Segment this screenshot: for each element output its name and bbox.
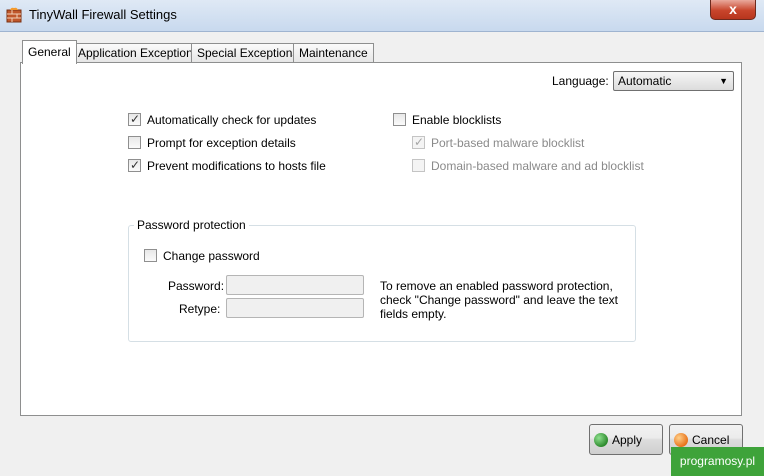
change-password-checkbox[interactable] <box>144 249 157 262</box>
prompt-exception-label: Prompt for exception details <box>147 136 296 150</box>
title-bar[interactable]: TinyWall Firewall Settings x <box>0 0 764 32</box>
cancel-icon <box>674 433 688 447</box>
apply-icon <box>594 433 608 447</box>
cancel-label: Cancel <box>692 433 730 447</box>
auto-update-checkbox[interactable]: ✓ <box>128 112 141 126</box>
firewall-app-icon <box>6 7 22 23</box>
tab-application-exceptions[interactable]: Application Exceptions <box>72 43 205 62</box>
apply-label: Apply <box>612 433 643 447</box>
hosts-protection-label: Prevent modifications to hosts file <box>147 159 326 173</box>
settings-window: TinyWall Firewall Settings x General App… <box>0 0 764 476</box>
checkmark-icon: ✓ <box>414 135 425 149</box>
dropdown-arrow-icon: ▼ <box>719 76 728 86</box>
watermark: programosy.pl <box>671 447 764 476</box>
tab-label: General <box>28 45 71 59</box>
tab-label: Maintenance <box>299 46 368 60</box>
prompt-exception-checkbox[interactable] <box>128 136 141 149</box>
change-password-label: Change password <box>163 249 260 263</box>
checkmark-icon: ✓ <box>130 112 141 126</box>
checkmark-icon: ✓ <box>130 158 141 172</box>
hosts-protection-checkbox[interactable]: ✓ <box>128 158 141 172</box>
password-label: Password: <box>168 279 225 293</box>
close-button[interactable]: x <box>710 0 756 20</box>
auto-update-label: Automatically check for updates <box>147 113 317 127</box>
enable-blocklists-label: Enable blocklists <box>412 113 502 127</box>
close-icon: x <box>729 1 737 17</box>
port-blocklist-checkbox[interactable]: ✓ <box>412 135 425 149</box>
retype-password-field[interactable] <box>226 298 364 318</box>
port-blocklist-label: Port-based malware blocklist <box>431 136 585 150</box>
enable-blocklists-checkbox[interactable] <box>393 113 406 126</box>
tab-label: Application Exceptions <box>78 46 199 60</box>
password-group-title: Password protection <box>134 218 249 232</box>
tab-general[interactable]: General <box>22 40 77 64</box>
tab-label: Special Exceptions <box>197 46 299 60</box>
window-title: TinyWall Firewall Settings <box>29 7 177 22</box>
language-value: Automatic <box>618 74 672 88</box>
apply-button[interactable]: Apply <box>589 424 663 455</box>
password-info-text: To remove an enabled password protection… <box>380 279 618 321</box>
retype-label: Retype: <box>179 302 221 316</box>
tab-maintenance[interactable]: Maintenance <box>293 43 374 62</box>
password-field[interactable] <box>226 275 364 295</box>
language-select[interactable]: Automatic ▼ <box>613 71 734 91</box>
tab-special-exceptions[interactable]: Special Exceptions <box>191 43 305 62</box>
domain-blocklist-label: Domain-based malware and ad blocklist <box>431 159 644 173</box>
domain-blocklist-checkbox[interactable] <box>412 159 425 172</box>
language-label: Language: <box>552 74 609 88</box>
